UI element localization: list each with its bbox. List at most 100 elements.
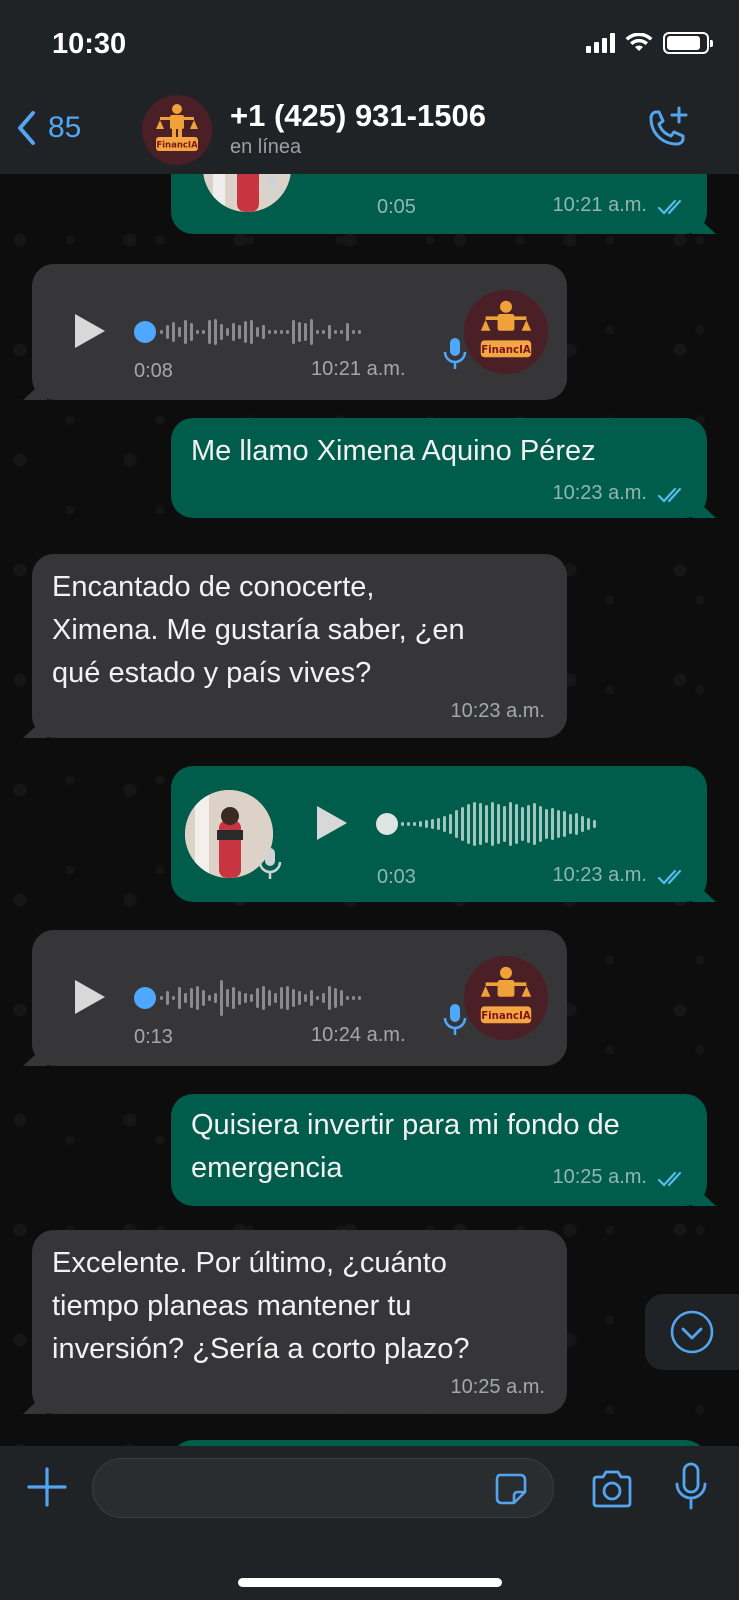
message-line: Excelente. Por último, ¿cuánto — [52, 1247, 447, 1279]
message-voice-incoming[interactable]: 0:13 10:24 a.m. FinancIA — [32, 930, 567, 1066]
playback-dot[interactable] — [134, 987, 156, 1009]
message-time: 10:24 a.m. — [311, 1024, 406, 1046]
waveform-bar — [539, 806, 542, 842]
playback-dot[interactable] — [134, 321, 156, 343]
waveform-bar — [196, 330, 199, 334]
message-text-outgoing[interactable]: Me llamo Ximena Aquino Pérez 10:23 a.m. — [171, 418, 707, 518]
waveform-bar — [208, 995, 211, 1001]
waveform-bar — [256, 327, 259, 337]
waveform-bar — [178, 327, 181, 337]
financia-logo: FinancIA — [142, 95, 212, 165]
waveform-bar — [244, 321, 247, 343]
waveform-bar — [268, 330, 271, 334]
mic-icon — [443, 338, 467, 369]
play-icon[interactable] — [317, 806, 347, 840]
waveform-bar — [346, 996, 349, 1000]
waveform-bar — [304, 994, 307, 1002]
waveform-bar — [575, 813, 578, 835]
waveform-bar — [491, 802, 494, 846]
mic-icon — [258, 848, 282, 879]
waveform-bar — [196, 986, 199, 1010]
waveform-bar — [593, 820, 596, 828]
waveform-bar — [160, 996, 163, 1000]
contact-name[interactable]: +1 (425) 931-1506 — [230, 98, 486, 134]
scroll-down-button[interactable] — [645, 1294, 739, 1370]
message-voice-outgoing[interactable]: 0:05 10:21 a.m. — [171, 174, 707, 234]
waveform-bar — [485, 805, 488, 843]
message-time: 10:25 a.m. — [450, 1376, 545, 1398]
mic-icon[interactable] — [674, 1462, 708, 1512]
waveform-bar — [280, 987, 283, 1009]
waveform-bar — [238, 325, 241, 339]
waveform-bar — [419, 821, 422, 827]
contact-avatar[interactable]: FinancIA — [142, 95, 212, 165]
playback-dot[interactable] — [376, 813, 398, 835]
waveform-bar — [515, 804, 518, 844]
message-line: qué estado y país vives? — [52, 657, 372, 689]
back-chevron-icon — [18, 111, 35, 145]
chat-area[interactable]: 0:05 10:21 a.m. 0:08 10:21 a.m. FinancIA… — [0, 174, 739, 1446]
mic-icon — [443, 1004, 467, 1035]
waveform-bar — [190, 323, 193, 341]
waveform-bar — [340, 990, 343, 1006]
message-time: 10:21 a.m. — [311, 358, 406, 380]
message-voice-outgoing[interactable]: 0:03 10:23 a.m. — [171, 766, 707, 902]
waveform-bar — [202, 330, 205, 334]
plus-icon[interactable] — [26, 1466, 68, 1508]
message-text-incoming[interactable]: Excelente. Por último, ¿cuánto tiempo pl… — [32, 1230, 567, 1414]
sender-avatar: FinancIA — [464, 290, 548, 374]
waveform-bar — [310, 319, 313, 345]
waveform-bar — [298, 991, 301, 1005]
waveform-bar — [509, 802, 512, 846]
waveform-bar — [352, 330, 355, 334]
message-line: inversión? ¿Sería a corto plazo? — [52, 1333, 470, 1365]
message-text: Me llamo Ximena Aquino Pérez — [191, 435, 596, 467]
message-text-outgoing[interactable]: Quisiera invertir para mi fondo de emerg… — [171, 1094, 707, 1206]
double-check-icon — [657, 199, 682, 215]
waveform-bar — [431, 819, 434, 829]
voice-duration: 0:13 — [134, 1026, 173, 1048]
waveform-bar — [497, 804, 500, 844]
message-time: 10:25 a.m. — [552, 1166, 647, 1188]
waveform-bar — [172, 996, 175, 1000]
waveform-bar — [346, 323, 349, 341]
unread-count: 85 — [48, 111, 82, 144]
add-call-icon[interactable] — [643, 104, 691, 152]
waveform-bar — [262, 325, 265, 339]
signal-icon — [586, 33, 615, 53]
play-icon[interactable] — [75, 980, 105, 1014]
message-text-incoming[interactable]: Encantado de conocerte, Ximena. Me gusta… — [32, 554, 567, 738]
voice-duration: 0:05 — [377, 196, 416, 218]
waveform-bar — [413, 822, 416, 826]
waveform-bar — [298, 322, 301, 342]
waveform-bar — [220, 324, 223, 340]
waveform-bar — [328, 986, 331, 1010]
waveform-bar — [437, 818, 440, 830]
message-input[interactable] — [92, 1458, 554, 1518]
play-icon[interactable] — [75, 314, 105, 348]
waveform-bar — [455, 810, 458, 838]
message-voice-incoming[interactable]: 0:08 10:21 a.m. FinancIA — [32, 264, 567, 400]
waveform — [401, 794, 596, 854]
waveform-bar — [232, 987, 235, 1009]
waveform-bar — [443, 816, 446, 832]
sticker-icon[interactable] — [494, 1472, 528, 1506]
home-indicator — [238, 1578, 502, 1587]
camera-icon[interactable] — [590, 1470, 634, 1508]
back-button[interactable]: 85 — [16, 110, 81, 146]
waveform-bar — [334, 988, 337, 1008]
waveform-bar — [214, 319, 217, 345]
waveform-bar — [587, 818, 590, 830]
voice-duration: 0:03 — [377, 866, 416, 888]
waveform-bar — [166, 991, 169, 1005]
waveform-bar — [160, 330, 163, 334]
message-line: tiempo planeas mantener tu — [52, 1290, 412, 1322]
waveform-bar — [238, 991, 241, 1005]
waveform-bar — [322, 330, 325, 334]
waveform-bar — [202, 990, 205, 1006]
svg-text:FinancIA: FinancIA — [156, 141, 198, 151]
waveform-bar — [274, 330, 277, 334]
chevron-down-icon — [670, 1310, 714, 1354]
status-icons — [586, 32, 713, 54]
message-text: Encantado de conocerte, Ximena. Me gusta… — [52, 566, 465, 695]
